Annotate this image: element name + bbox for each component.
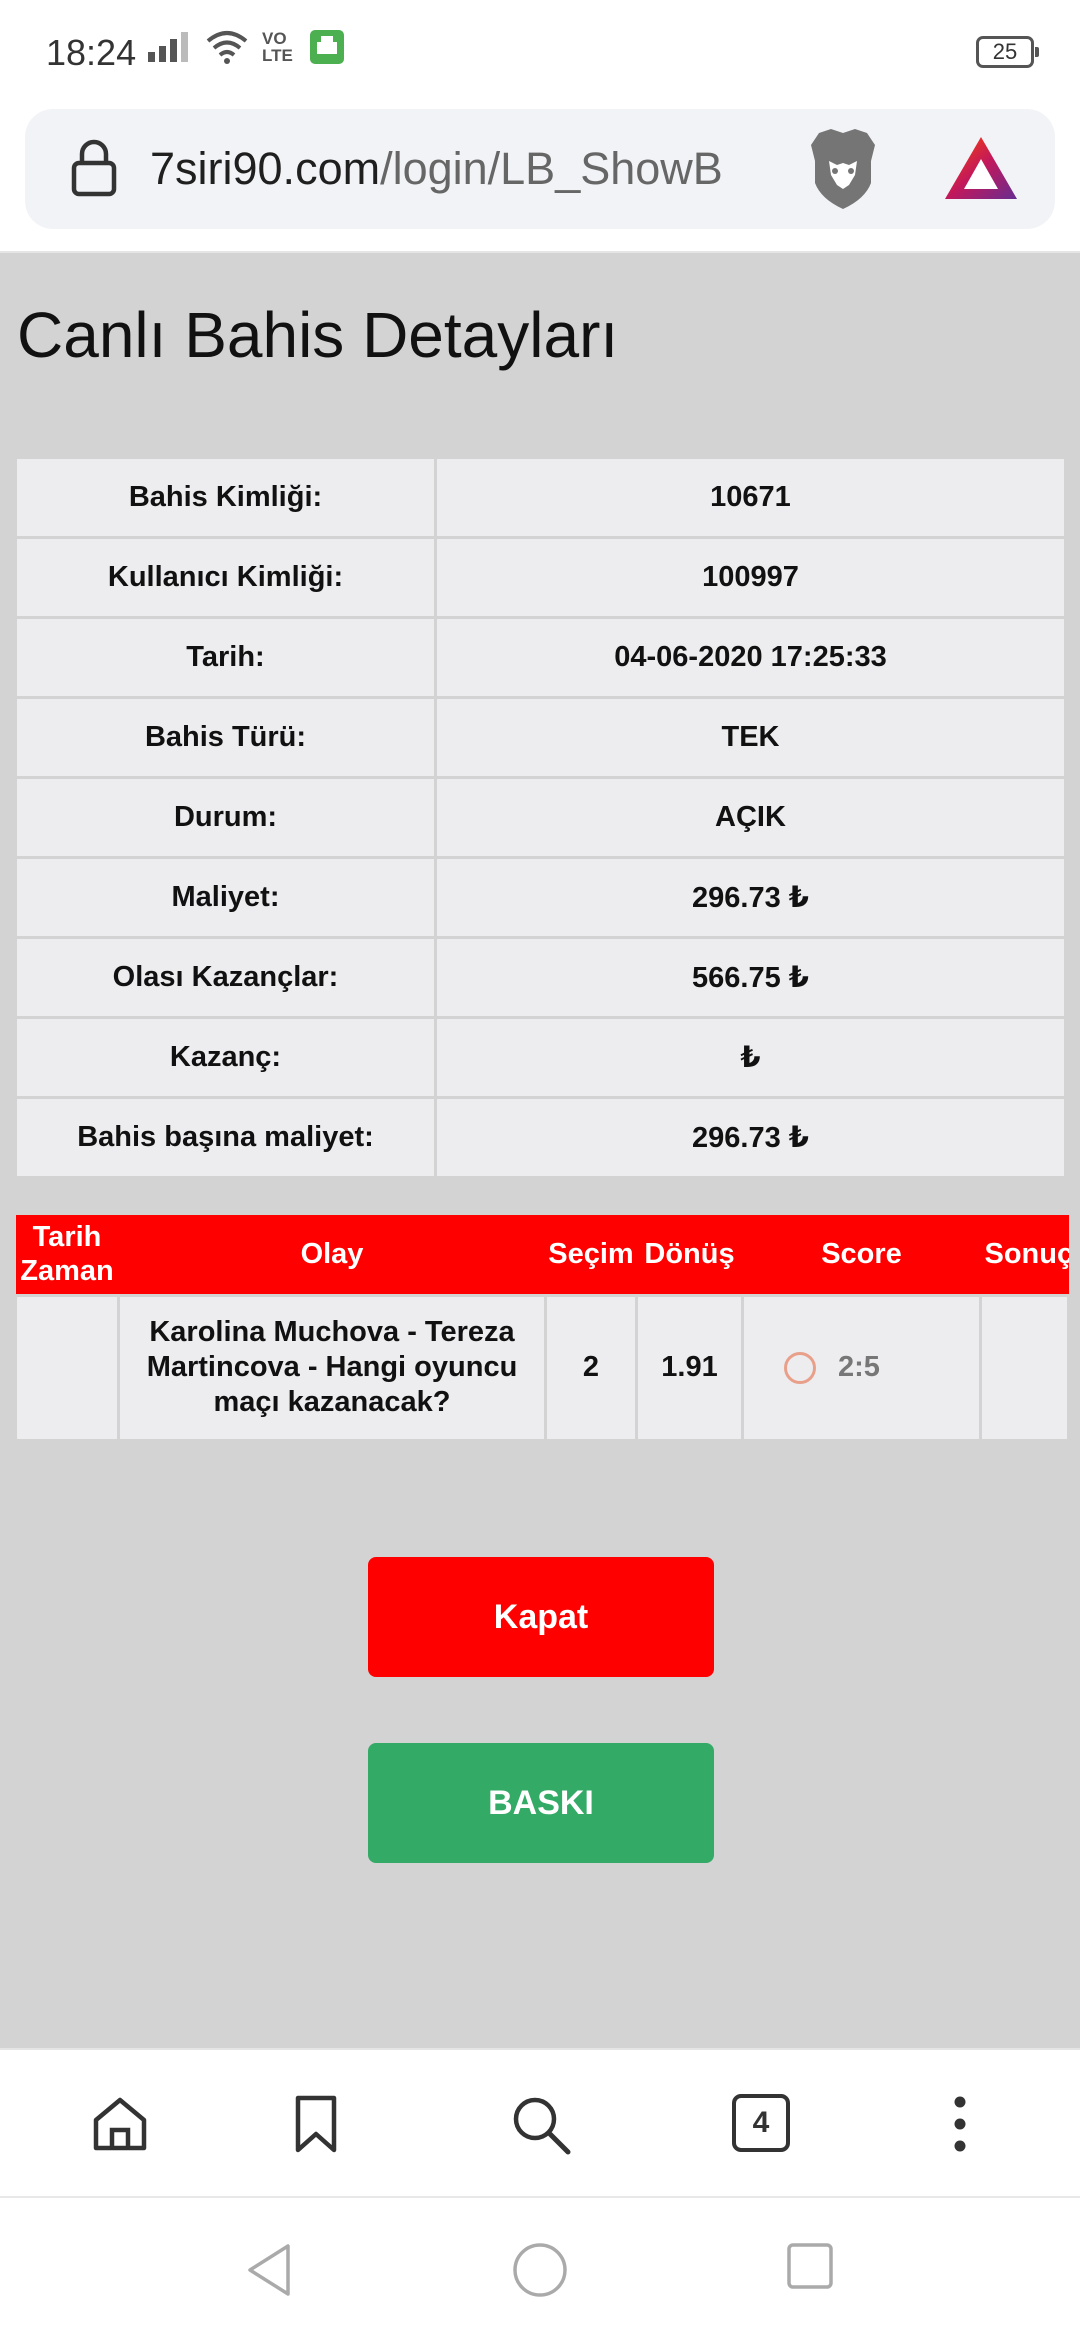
- detail-row: Tarih: 04-06-2020 17:25:33: [14, 616, 1067, 699]
- url-text[interactable]: 7siri90.com/login/LB_ShowB: [150, 139, 790, 199]
- detail-row: Kazanç: ₺: [14, 1016, 1067, 1099]
- detail-row: Bahis Türü: TEK: [14, 696, 1067, 779]
- browser-address-area: 7siri90.com/login/LB_ShowB: [0, 105, 1080, 253]
- wifi-icon: [206, 31, 248, 64]
- system-navigation-bar: [0, 2196, 1080, 2340]
- search-icon[interactable]: [510, 2094, 572, 2156]
- page-content: Canlı Bahis Detayları Bahis Kimliği: 1067…: [0, 253, 1080, 2048]
- detail-row: Olası Kazançlar: 566.75 ₺: [14, 936, 1067, 1019]
- bets-table: Tarih Zaman Olay Seçim Dönüş Score Sonuç…: [14, 1215, 1070, 1442]
- recents-icon[interactable]: [786, 2242, 834, 2290]
- header-time: Zaman: [20, 1255, 114, 1288]
- detail-label: Bahis başına maliyet:: [14, 1096, 437, 1179]
- bet-selection: 2: [544, 1293, 638, 1442]
- home-icon[interactable]: [90, 2094, 150, 2154]
- battery-level: 25: [992, 39, 1018, 64]
- url-domain: 7siri90.com: [150, 143, 381, 194]
- detail-label: Olası Kazançlar:: [14, 936, 437, 1019]
- detail-label: Maliyet:: [14, 856, 437, 939]
- bookmark-icon[interactable]: [292, 2094, 340, 2154]
- header-return: Dönüş: [636, 1215, 743, 1295]
- header-date-time: Tarih Zaman: [15, 1215, 119, 1295]
- detail-label: Durum:: [14, 776, 437, 859]
- detail-value: 566.75 ₺: [434, 936, 1067, 1019]
- close-button[interactable]: Kapat: [368, 1557, 714, 1677]
- header-event: Olay: [118, 1215, 546, 1295]
- detail-value: AÇIK: [434, 776, 1067, 859]
- bet-score-cell: 2:5: [741, 1293, 982, 1442]
- detail-label: Bahis Türü:: [14, 696, 437, 779]
- status-bar: 18:24 VO LTE 25: [0, 0, 1080, 105]
- detail-label: Kazanç:: [14, 1016, 437, 1099]
- print-button[interactable]: BASKI: [368, 1743, 714, 1863]
- tabs-button[interactable]: 4: [732, 2094, 790, 2152]
- score-wrapper: 2:5: [744, 1298, 979, 1437]
- detail-value: 04-06-2020 17:25:33: [434, 616, 1067, 699]
- status-time: 18:24: [46, 32, 137, 73]
- lock-icon[interactable]: [71, 139, 117, 197]
- back-icon[interactable]: [244, 2242, 294, 2298]
- detail-label: Kullanıcı Kimliği:: [14, 536, 437, 619]
- detail-row: Maliyet: 296.73 ₺: [14, 856, 1067, 939]
- header-score: Score: [742, 1215, 981, 1295]
- detail-row: Bahis Kimliği: 10671: [14, 456, 1067, 539]
- header-date: Tarih: [32, 1221, 102, 1254]
- home-nav-icon[interactable]: [512, 2242, 568, 2298]
- detail-label: Bahis Kimliği:: [14, 456, 437, 539]
- bet-details-table: Bahis Kimliği: 10671 Kullanıcı Kimliği: 10…: [14, 456, 1067, 1179]
- page-title: Canlı Bahis Detayları: [17, 299, 619, 371]
- bet-result: [979, 1293, 1070, 1442]
- detail-row: Kullanıcı Kimliği: 100997: [14, 536, 1067, 619]
- brave-rewards-icon[interactable]: [943, 135, 1019, 201]
- browser-toolbar: 4: [0, 2048, 1080, 2196]
- detail-value: 100997: [434, 536, 1067, 619]
- battery-icon: 25: [976, 36, 1039, 68]
- detail-label: Tarih:: [14, 616, 437, 699]
- detail-value: ₺: [434, 1016, 1067, 1099]
- header-result: Sonuç: [980, 1215, 1069, 1295]
- detail-row: Bahis başına maliyet: 296.73 ₺: [14, 1096, 1067, 1179]
- bet-return: 1.91: [635, 1293, 744, 1442]
- bet-date: [14, 1293, 120, 1442]
- bets-header-row: Tarih Zaman Olay Seçim Dönüş Score Sonuç: [15, 1215, 1069, 1295]
- brave-shields-icon[interactable]: [805, 127, 881, 211]
- detail-value: TEK: [434, 696, 1067, 779]
- status-icons: VO LTE: [148, 30, 344, 64]
- score-status-icon: [784, 1351, 816, 1384]
- detail-value: 10671: [434, 456, 1067, 539]
- notification-app-icon: [310, 30, 344, 64]
- detail-row: Durum: AÇIK: [14, 776, 1067, 859]
- more-options-icon[interactable]: [950, 2094, 970, 2154]
- header-selection: Seçim: [545, 1215, 637, 1295]
- table-row: Karolina Muchova - Tereza Martincova - H…: [14, 1293, 1070, 1442]
- volte-badge: VO LTE: [262, 29, 293, 65]
- tab-count: 4: [752, 2106, 770, 2139]
- address-bar[interactable]: 7siri90.com/login/LB_ShowB: [25, 109, 1055, 229]
- bet-score: 2:5: [838, 1351, 880, 1383]
- detail-value: 296.73 ₺: [434, 856, 1067, 939]
- bet-event: Karolina Muchova - Tereza Martincova - H…: [117, 1293, 547, 1442]
- signal-icon: [148, 32, 188, 62]
- detail-value: 296.73 ₺: [434, 1096, 1067, 1179]
- url-path: /login/LB_ShowB: [380, 143, 723, 194]
